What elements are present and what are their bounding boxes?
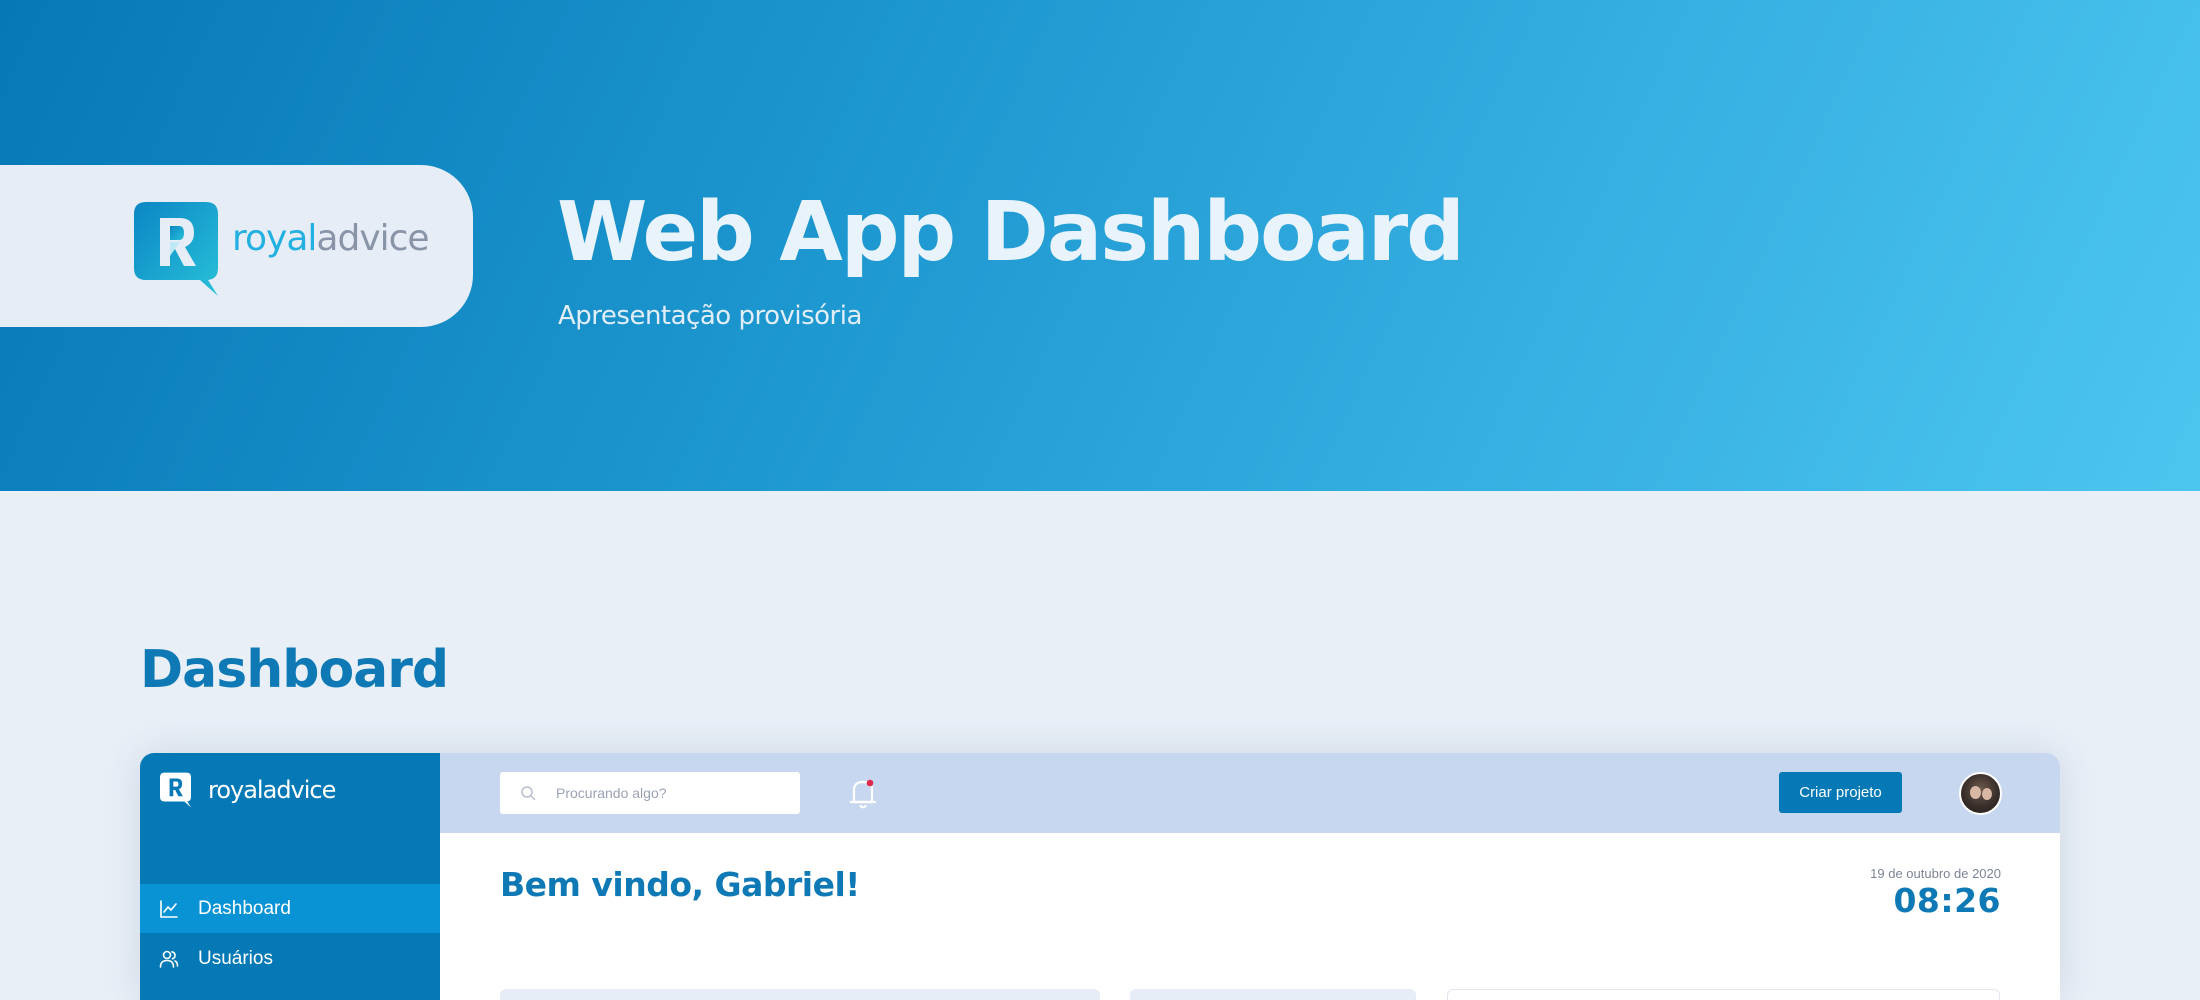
royal-advice-logo-icon	[134, 202, 218, 296]
dashboard-card	[1447, 989, 2000, 1000]
notification-dot	[866, 779, 874, 787]
brand-royal: royal	[232, 218, 317, 259]
hero-title: Web App Dashboard	[557, 185, 1465, 280]
current-date: 19 de outubro de 2020	[1870, 866, 2001, 881]
royal-advice-logo-icon	[160, 772, 191, 808]
hero-subtitle: Apresentação provisória	[558, 301, 862, 331]
sidebar-item-label: Dashboard	[198, 897, 291, 919]
welcome-heading: Bem vindo, Gabriel!	[500, 865, 860, 904]
users-icon	[159, 950, 179, 968]
main-content: Bem vindo, Gabriel! 19 de outubro de 202…	[440, 833, 2060, 1000]
brand-advice: advice	[316, 218, 429, 259]
logo-card: royaladvice	[0, 165, 473, 327]
chart-line-icon	[160, 899, 178, 918]
sidebar: royaladvice Dashboard Usuários	[140, 753, 440, 1000]
dashboard-card	[1130, 989, 1416, 1000]
search-box[interactable]	[500, 772, 800, 814]
notification-bell-icon[interactable]	[848, 777, 878, 811]
search-input[interactable]	[556, 772, 786, 814]
current-time: 08:26	[1893, 881, 2001, 920]
create-project-button[interactable]: Criar projeto	[1779, 772, 1902, 813]
hero-banner: royaladvice Web App Dashboard Apresentaç…	[0, 0, 2200, 491]
dashboard-card	[500, 989, 1100, 1000]
sidebar-item-label: Usuários	[198, 947, 273, 969]
brand-advice: advice	[262, 776, 337, 804]
logo-wordmark: royaladvice	[232, 218, 430, 259]
sidebar-item-usuarios[interactable]: Usuários	[140, 934, 440, 983]
search-icon	[521, 786, 536, 801]
topbar: Criar projeto	[440, 753, 2060, 833]
sidebar-item-dashboard[interactable]: Dashboard	[140, 884, 440, 933]
sidebar-wordmark: royaladvice	[208, 776, 337, 804]
app-window: royaladvice Dashboard Usuários Procurand…	[140, 753, 2060, 1000]
brand-royal: royal	[208, 776, 264, 804]
section-heading: Dashboard	[140, 640, 449, 700]
sidebar-logo[interactable]: royaladvice	[160, 772, 337, 808]
avatar[interactable]	[1959, 772, 2002, 815]
